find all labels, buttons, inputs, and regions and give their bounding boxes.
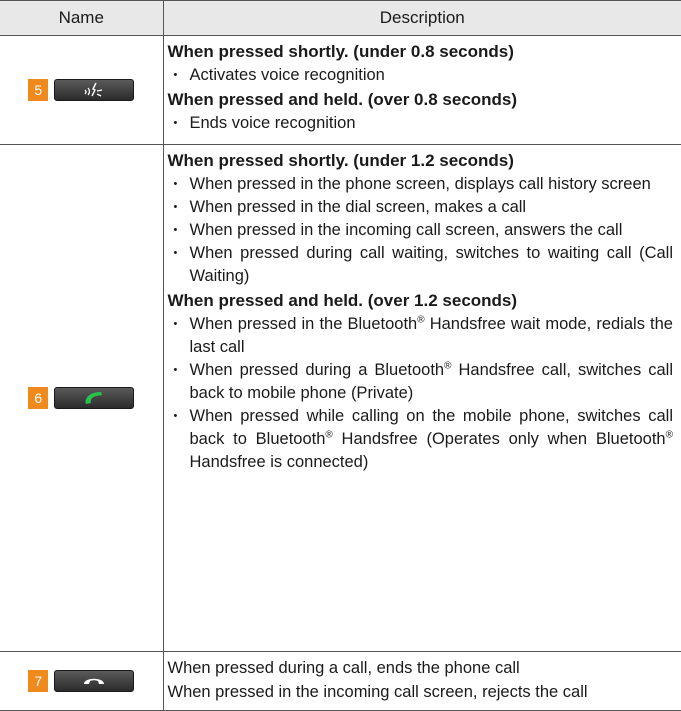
end-call-key — [54, 670, 135, 692]
number-badge: 7 — [28, 670, 49, 692]
held-press-title: When pressed and held. (over 1.2 seconds… — [167, 291, 518, 310]
list-item: When pressed during call waiting, switch… — [168, 242, 673, 288]
table-row: 7 When pressed during a call, ends the p… — [0, 651, 681, 711]
description-cell: When pressed shortly. (under 0.8 seconds… — [163, 35, 681, 145]
call-icon — [85, 392, 103, 404]
registered-mark: ® — [665, 429, 673, 441]
list-item: When pressed in the phone screen, displa… — [168, 173, 674, 196]
list-item: When pressed in the incoming call screen… — [168, 219, 674, 242]
column-header-description: Description — [163, 0, 681, 36]
voice-recognition-key — [54, 79, 135, 101]
name-cell: 6 — [0, 144, 164, 652]
list-item: When pressed in the Bluetooth® Handsfree… — [168, 313, 674, 359]
number-badge: 6 — [28, 387, 49, 409]
call-key — [54, 387, 135, 409]
list-item: When pressed while calling on the mobile… — [168, 405, 673, 474]
table-row: 6 When pressed shortly. (under 1.2 secon… — [0, 144, 681, 652]
name-cell: 5 — [0, 35, 164, 145]
short-press-title: When pressed shortly. (under 0.8 seconds… — [167, 42, 514, 61]
held-press-title: When pressed and held. (over 0.8 seconds… — [167, 90, 518, 109]
item-text: Handsfree (Operates only when Bluetooth — [332, 430, 666, 448]
list-item: Ends voice recognition — [168, 112, 674, 135]
description-line: When pressed in the incoming call screen… — [167, 683, 588, 701]
number-badge: 5 — [28, 79, 49, 101]
list-item: When pressed in the dial screen, makes a… — [168, 196, 674, 219]
list-item: Activates voice recognition — [168, 64, 674, 87]
button-description-table: Name Description 5 When pressed shortly.… — [0, 0, 681, 711]
voice-recognition-icon — [84, 82, 103, 97]
item-text: When pressed during a Bluetooth — [189, 361, 445, 379]
registered-mark: ® — [417, 314, 425, 326]
description-line: When pressed during a call, ends the pho… — [167, 659, 520, 677]
description-cell: When pressed shortly. (under 1.2 seconds… — [163, 144, 681, 652]
list-item: When pressed during a Bluetooth® Handsfr… — [168, 359, 673, 405]
column-header-name: Name — [0, 0, 164, 36]
registered-mark: ® — [325, 429, 333, 441]
description-cell: When pressed during a call, ends the pho… — [163, 651, 681, 711]
name-cell: 7 — [0, 651, 164, 711]
item-text: When pressed in the Bluetooth — [189, 315, 418, 333]
table-row: 5 When pressed shortly. (under 0.8 secon… — [0, 35, 681, 145]
short-press-title: When pressed shortly. (under 1.2 seconds… — [167, 151, 514, 170]
item-text: Handsfree is connected) — [189, 453, 369, 471]
table-header-row: Name Description — [0, 0, 681, 36]
end-call-icon — [84, 678, 105, 684]
